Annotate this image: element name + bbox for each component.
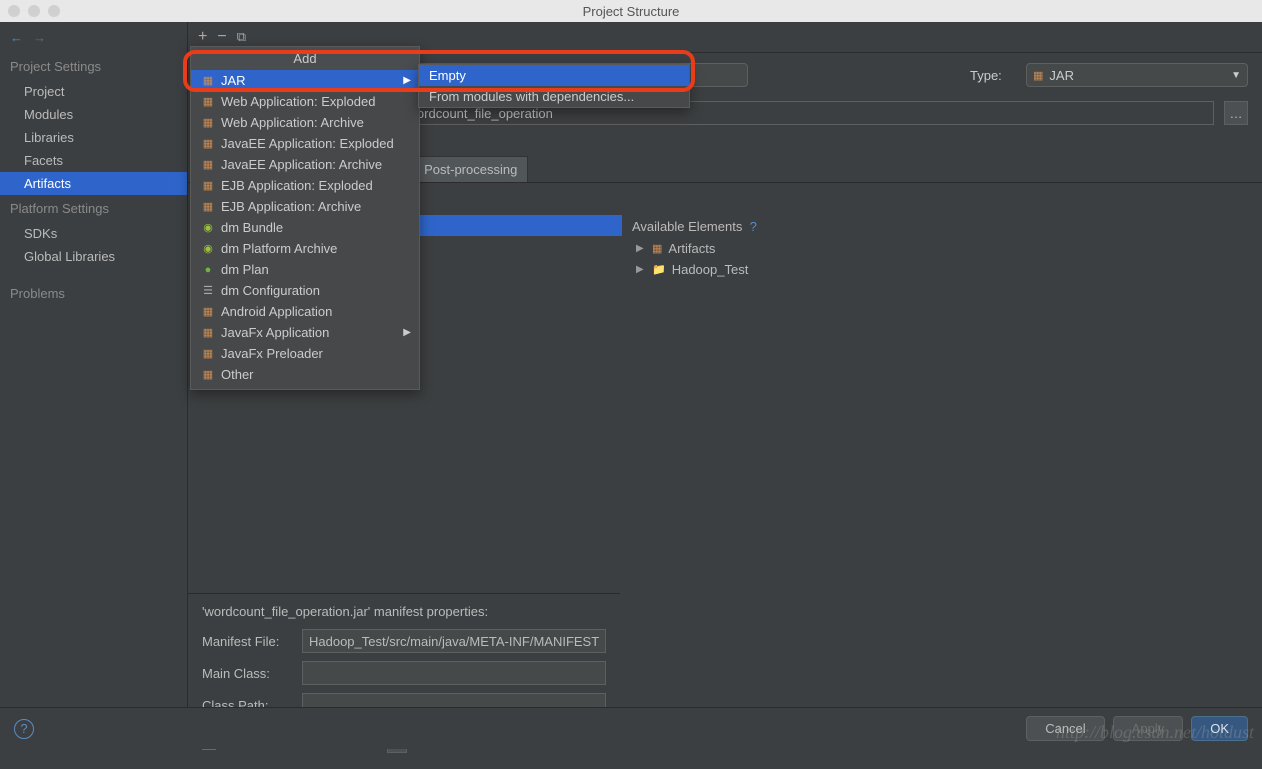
submenu-arrow-icon: ▶ [403, 327, 411, 338]
ear-icon: ▦ [201, 158, 215, 172]
javafx-icon: ▦ [201, 326, 215, 340]
menu-item-other[interactable]: ▦Other [191, 364, 419, 385]
ejb-icon: ▦ [201, 200, 215, 214]
ok-button[interactable]: OK [1191, 716, 1248, 741]
android-icon: ▦ [201, 305, 215, 319]
section-project-settings: Project Settings [0, 53, 187, 80]
add-icon[interactable]: + [198, 28, 207, 46]
add-artifact-popup: Add ▦ JAR ▶ ▦Web Application: Exploded ▦… [190, 46, 420, 390]
submenu-item-from-modules[interactable]: From modules with dependencies... [419, 86, 689, 107]
available-elements-panel: Available Elements ? ▶ ▦ Artifacts ▶ 📁 H… [632, 215, 1248, 585]
expand-arrow-icon[interactable]: ▶ [636, 264, 646, 275]
available-help-link[interactable]: ? [750, 219, 757, 234]
jar-icon: ▦ [1033, 69, 1043, 82]
module-icon: 📁 [652, 263, 666, 276]
sidebar-item-modules[interactable]: Modules [0, 103, 187, 126]
forward-arrow-icon[interactable]: → [33, 30, 46, 45]
sidebar-item-problems[interactable]: Problems [0, 280, 187, 307]
remove-icon[interactable]: − [217, 28, 226, 46]
type-select[interactable]: ▦ JAR ▼ [1026, 63, 1248, 87]
menu-item-ejb-archive[interactable]: ▦EJB Application: Archive [191, 196, 419, 217]
available-header: Available Elements [632, 219, 742, 234]
manifest-title: 'wordcount_file_operation.jar' manifest … [202, 604, 606, 625]
available-hadoop-label: Hadoop_Test [672, 262, 749, 277]
menu-item-web-archive[interactable]: ▦Web Application: Archive [191, 112, 419, 133]
main-class-input[interactable] [302, 661, 606, 685]
cancel-button[interactable]: Cancel [1026, 716, 1104, 741]
sidebar-item-sdks[interactable]: SDKs [0, 222, 187, 245]
menu-item-ejb-exploded[interactable]: ▦EJB Application: Exploded [191, 175, 419, 196]
ear-icon: ▦ [201, 137, 215, 151]
copy-icon[interactable]: ⧉ [237, 29, 246, 45]
menu-item-dm-platform-archive[interactable]: ◉dm Platform Archive [191, 238, 419, 259]
war-icon: ▦ [201, 116, 215, 130]
titlebar: Project Structure [0, 0, 1262, 22]
sidebar-item-libraries[interactable]: Libraries [0, 126, 187, 149]
bundle-icon: ◉ [201, 221, 215, 235]
window-title: Project Structure [583, 4, 680, 19]
submenu-item-empty[interactable]: Empty [419, 65, 689, 86]
sidebar-item-artifacts[interactable]: Artifacts [0, 172, 187, 195]
type-value: JAR [1049, 68, 1074, 83]
menu-item-dm-plan[interactable]: ●dm Plan [191, 259, 419, 280]
menu-item-web-exploded[interactable]: ▦Web Application: Exploded [191, 91, 419, 112]
apply-button[interactable]: Apply [1113, 716, 1184, 741]
menu-item-javafx-preloader[interactable]: ▦JavaFx Preloader [191, 343, 419, 364]
artifacts-icon: ▦ [652, 242, 662, 255]
back-arrow-icon[interactable]: ← [10, 30, 23, 45]
minimize-window-icon[interactable] [28, 5, 40, 17]
main-class-label: Main Class: [202, 666, 292, 681]
jar-submenu: Empty From modules with dependencies... [418, 64, 690, 108]
sidebar: ← → Project Settings Project Modules Lib… [0, 22, 188, 728]
window-controls [8, 5, 60, 17]
expand-arrow-icon[interactable]: ▶ [636, 243, 646, 254]
ejb-icon: ▦ [201, 179, 215, 193]
menu-item-dm-bundle[interactable]: ◉dm Bundle [191, 217, 419, 238]
javafx-icon: ▦ [201, 347, 215, 361]
available-artifacts-label: Artifacts [668, 241, 715, 256]
other-icon: ▦ [201, 368, 215, 382]
config-icon: ☰ [201, 284, 215, 298]
popup-header: Add [191, 47, 419, 70]
manifest-file-label: Manifest File: [202, 634, 292, 649]
plan-icon: ● [201, 263, 215, 277]
close-window-icon[interactable] [8, 5, 20, 17]
section-platform-settings: Platform Settings [0, 195, 187, 222]
browse-button[interactable]: … [1224, 101, 1248, 125]
available-item-hadoop-test[interactable]: ▶ 📁 Hadoop_Test [632, 259, 1248, 280]
menu-item-javaee-exploded[interactable]: ▦JavaEE Application: Exploded [191, 133, 419, 154]
sidebar-item-facets[interactable]: Facets [0, 149, 187, 172]
available-item-artifacts[interactable]: ▶ ▦ Artifacts [632, 238, 1248, 259]
platform-icon: ◉ [201, 242, 215, 256]
bottom-bar: ? Cancel Apply OK [0, 707, 1262, 749]
menu-item-jar[interactable]: ▦ JAR ▶ [191, 70, 419, 91]
submenu-arrow-icon: ▶ [403, 75, 411, 86]
menu-item-javaee-archive[interactable]: ▦JavaEE Application: Archive [191, 154, 419, 175]
help-icon[interactable]: ? [14, 719, 34, 739]
menu-item-dm-configuration[interactable]: ☰dm Configuration [191, 280, 419, 301]
sidebar-item-project[interactable]: Project [0, 80, 187, 103]
menu-item-javafx-application[interactable]: ▦JavaFx Application▶ [191, 322, 419, 343]
maximize-window-icon[interactable] [48, 5, 60, 17]
jar-icon: ▦ [201, 74, 215, 88]
sidebar-item-global-libraries[interactable]: Global Libraries [0, 245, 187, 268]
war-icon: ▦ [201, 95, 215, 109]
tab-post-processing[interactable]: Post-processing [413, 156, 528, 182]
chevron-down-icon: ▼ [1231, 70, 1241, 81]
menu-item-android-application[interactable]: ▦Android Application [191, 301, 419, 322]
type-label: Type: [970, 68, 1016, 83]
manifest-file-input[interactable] [302, 629, 606, 653]
